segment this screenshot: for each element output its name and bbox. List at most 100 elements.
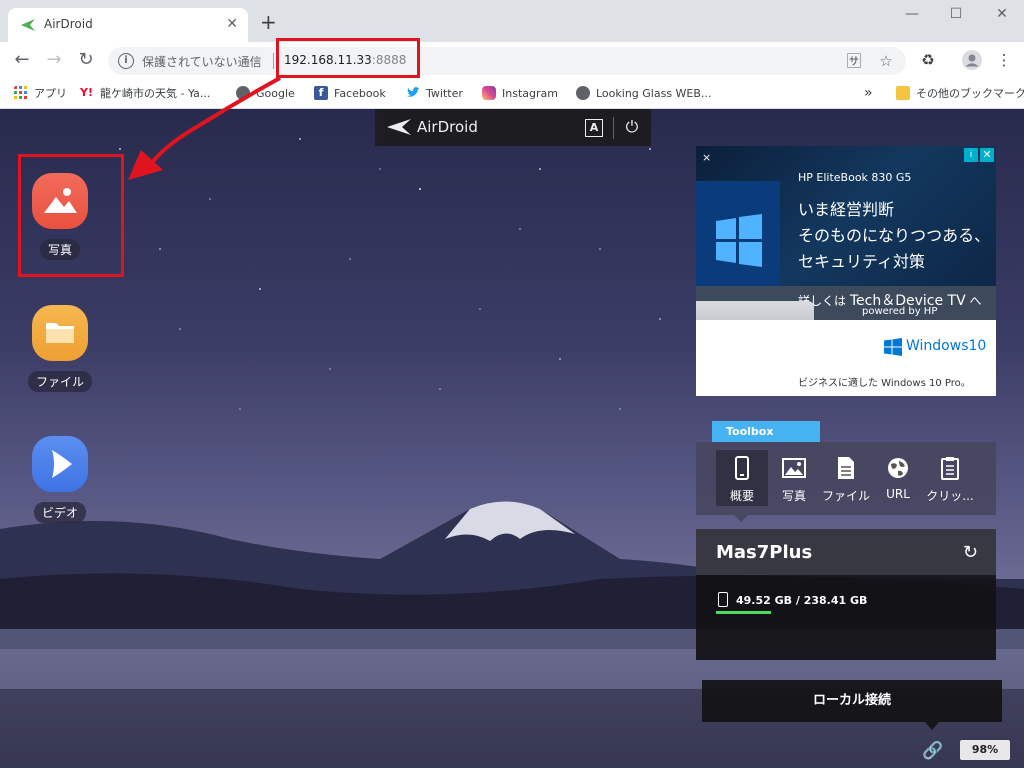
translate-icon[interactable]: 🈂 bbox=[844, 51, 864, 71]
advertisement-banner[interactable]: HP EliteBook 830 G5 いま経営判断 そのものになりつつある、 … bbox=[696, 146, 996, 396]
bookmark-yahoo-weather[interactable]: Y! 龍ケ崎市の天気 - Ya... bbox=[80, 84, 210, 102]
link-icon[interactable]: 🔗 bbox=[922, 741, 944, 763]
battery-level: 98% bbox=[960, 740, 1010, 760]
bookmark-other[interactable]: その他のブックマーク bbox=[896, 84, 1024, 102]
info-icon[interactable]: i bbox=[118, 53, 134, 69]
tool-label: URL bbox=[886, 487, 910, 501]
address-bar[interactable]: i 保護されていない通信 192.168.11.33:8888 🈂 ☆ bbox=[108, 47, 906, 75]
tool-label: ファイル bbox=[821, 489, 870, 503]
device-header: Mas7Plus ↻ bbox=[696, 529, 996, 575]
url-highlight-box bbox=[276, 38, 420, 78]
tool-label: 写真 bbox=[781, 489, 806, 503]
window-close-icon[interactable]: ✕ bbox=[992, 6, 1012, 26]
device-panel: Mas7Plus ↻ 49.52 GB / 238.41 GB bbox=[696, 529, 996, 660]
ad-cta-suffix: へ bbox=[969, 294, 982, 308]
globe-url-icon bbox=[888, 458, 908, 478]
windows-logo-glyph bbox=[716, 214, 762, 267]
phone-icon bbox=[735, 456, 749, 480]
bookmark-label: Instagram bbox=[502, 86, 558, 100]
browser-tab[interactable]: AirDroid ✕ bbox=[8, 8, 248, 42]
profile-avatar-icon[interactable] bbox=[962, 50, 982, 70]
bookmark-google[interactable]: Google bbox=[236, 84, 295, 102]
maximize-icon[interactable]: ☐ bbox=[946, 6, 966, 26]
folder-glyph bbox=[46, 323, 74, 343]
bookmarks-overflow-icon[interactable]: » bbox=[864, 84, 873, 102]
tool-label: クリッ... bbox=[926, 489, 974, 503]
tool-files[interactable]: ファイル bbox=[820, 450, 872, 506]
bookmark-facebook[interactable]: f Facebook bbox=[314, 84, 386, 102]
device-name: Mas7Plus bbox=[716, 542, 813, 563]
menu-kebab-icon[interactable]: ⋮ bbox=[994, 50, 1014, 70]
ad-laptop-screen bbox=[696, 181, 780, 301]
apps-grid-icon bbox=[14, 86, 27, 99]
app-label: ファイル bbox=[27, 371, 92, 392]
topbar-divider bbox=[613, 117, 614, 139]
tab-strip: AirDroid ✕ + — ☐ ✕ bbox=[0, 0, 1024, 42]
airdroid-desktop: AirDroid A ⏻ 写真 ファイル ビデオ HP EliteBook 83… bbox=[0, 109, 1024, 768]
airdroid-logo-icon bbox=[387, 119, 411, 135]
video-play-icon bbox=[32, 436, 88, 492]
brand-name: AirDroid bbox=[417, 118, 478, 136]
app-files[interactable]: ファイル bbox=[15, 305, 105, 392]
bookmark-label: その他のブックマーク bbox=[916, 87, 1024, 100]
address-separator bbox=[273, 53, 274, 69]
storage-text: 49.52 GB / 238.41 GB bbox=[736, 594, 868, 607]
bookmark-label: Facebook bbox=[334, 86, 386, 100]
bookmark-apps[interactable]: アプリ bbox=[14, 84, 67, 102]
ad-footer: Windows10 ビジネスに適した Windows 10 Pro。 bbox=[696, 320, 996, 396]
browser-toolbar: ← → ↻ i 保護されていない通信 192.168.11.33:8888 🈂 … bbox=[0, 42, 1024, 78]
tool-url[interactable]: URL bbox=[872, 450, 924, 506]
airdroid-favicon-icon bbox=[21, 19, 35, 31]
refresh-icon[interactable]: ↻ bbox=[963, 542, 978, 563]
power-icon[interactable]: ⏻ bbox=[622, 117, 642, 137]
bookmark-instagram[interactable]: Instagram bbox=[482, 84, 558, 102]
reload-icon[interactable]: ↻ bbox=[76, 50, 96, 70]
tool-label: 概要 bbox=[729, 489, 754, 503]
app-label: ビデオ bbox=[33, 502, 86, 523]
windows-icon bbox=[884, 338, 902, 356]
folder-icon bbox=[32, 305, 88, 361]
connection-pointer bbox=[925, 722, 939, 730]
back-icon[interactable]: ← bbox=[12, 50, 32, 70]
forward-icon[interactable]: → bbox=[44, 50, 64, 70]
document-icon bbox=[838, 457, 854, 479]
local-connection-status[interactable]: ローカル接続 bbox=[702, 680, 1002, 722]
play-glyph bbox=[52, 450, 72, 478]
ad-product: HP EliteBook 830 G5 bbox=[798, 171, 912, 184]
tool-clipboard[interactable]: クリッ... bbox=[924, 450, 976, 506]
bookmark-label: 龍ケ崎市の天気 - Ya... bbox=[100, 87, 211, 100]
yahoo-icon: Y! bbox=[80, 86, 93, 99]
ad-hero: HP EliteBook 830 G5 いま経営判断 そのものになりつつある、 … bbox=[696, 146, 996, 301]
ad-line2: そのものになりつつある、 bbox=[798, 226, 991, 245]
toolbox-tab[interactable]: Toolbox bbox=[712, 421, 820, 442]
bookmark-label: Twitter bbox=[426, 86, 463, 100]
twitter-icon bbox=[407, 87, 420, 97]
app-video[interactable]: ビデオ bbox=[15, 436, 105, 523]
storage-bar bbox=[716, 611, 771, 614]
ad-line3: セキュリティ対策 bbox=[798, 252, 926, 271]
extension-recycle-icon[interactable]: ♻ bbox=[918, 50, 938, 70]
language-button[interactable]: A bbox=[585, 119, 603, 137]
adchoices-close-icon[interactable]: ✕ bbox=[980, 148, 994, 162]
ad-tagline: ビジネスに適した Windows 10 Pro。 bbox=[798, 378, 971, 389]
security-label: 保護されていない通信 bbox=[142, 55, 262, 69]
bookmark-looking-glass[interactable]: Looking Glass WEB... bbox=[576, 84, 711, 102]
clipboard-icon bbox=[941, 457, 959, 480]
adchoices-info-icon[interactable]: i bbox=[964, 148, 978, 162]
instagram-icon bbox=[482, 86, 496, 100]
folder-icon bbox=[896, 86, 910, 100]
new-tab-icon[interactable]: + bbox=[260, 12, 277, 32]
tool-overview[interactable]: 概要 bbox=[716, 450, 768, 506]
photo-highlight-box bbox=[18, 154, 124, 277]
bookmark-star-icon[interactable]: ☆ bbox=[876, 51, 896, 71]
tab-close-icon[interactable]: ✕ bbox=[226, 16, 238, 32]
image-icon bbox=[782, 458, 806, 478]
minimize-icon[interactable]: — bbox=[902, 6, 922, 26]
tab-title: AirDroid bbox=[44, 17, 93, 31]
tool-photos[interactable]: 写真 bbox=[768, 450, 820, 506]
toolbox-pointer bbox=[734, 515, 748, 522]
bookmark-label: Looking Glass WEB... bbox=[596, 86, 712, 100]
bookmark-twitter[interactable]: Twitter bbox=[406, 84, 463, 102]
ad-line1: いま経営判断 bbox=[798, 200, 895, 219]
ad-close-icon[interactable]: × bbox=[702, 151, 711, 164]
